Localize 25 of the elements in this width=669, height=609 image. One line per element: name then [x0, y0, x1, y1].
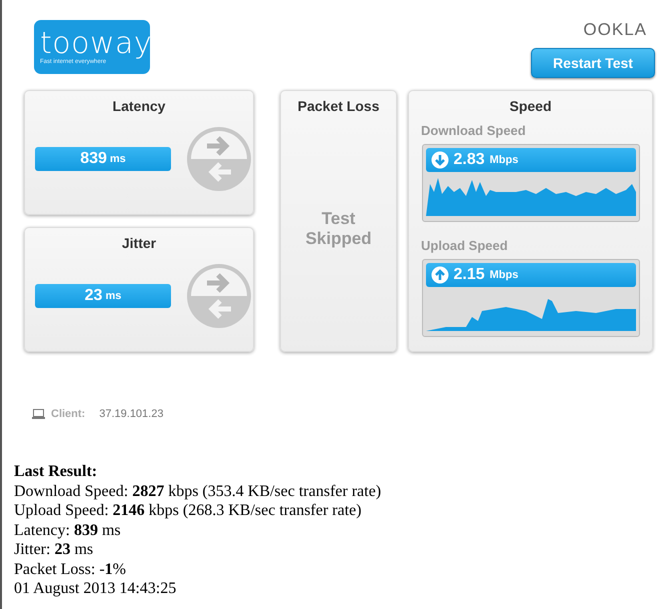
panel-title: Latency	[112, 98, 166, 114]
latency-value: 839 ms	[35, 147, 171, 171]
result-line: 01 August 2013 14:43:25	[14, 579, 176, 598]
result-line: Jitter: 23 ms	[14, 540, 94, 560]
speed-value: 2.83 Mbps	[426, 148, 636, 172]
client-address: 37.19.101.23	[99, 408, 164, 420]
client-label: Client:	[51, 408, 86, 420]
speed-value: 2.15 Mbps	[426, 263, 636, 287]
panel-title: Packet Loss	[298, 98, 380, 114]
result-line: Latency: 839 ms	[14, 520, 121, 540]
ping-icon	[185, 262, 253, 330]
result-line: Download Speed: 2827 kbps (353.4 KB/sec transfer rate)	[14, 482, 382, 501]
test-skipped-status: Test Skipped	[304, 209, 373, 249]
ping-icon	[185, 125, 253, 193]
jitter-value: 23 ms	[35, 284, 171, 308]
result-line: Upload Speed: 2146 kbps (268.3 KB/sec transfer rate)	[14, 501, 362, 520]
panel-title: Speed	[509, 98, 552, 114]
panel-title: Jitter	[122, 235, 156, 251]
result-line: Packet Loss: -1%	[14, 560, 126, 579]
restart-test-button[interactable]: Restart Test	[531, 48, 655, 78]
speed-label: Download Speed	[421, 123, 526, 138]
speed-label: Upload Speed	[421, 238, 508, 253]
last-result-title: Last Result:	[14, 462, 98, 482]
ookla-logo: OOKLA	[583, 20, 647, 40]
laptop-icon	[32, 409, 45, 419]
